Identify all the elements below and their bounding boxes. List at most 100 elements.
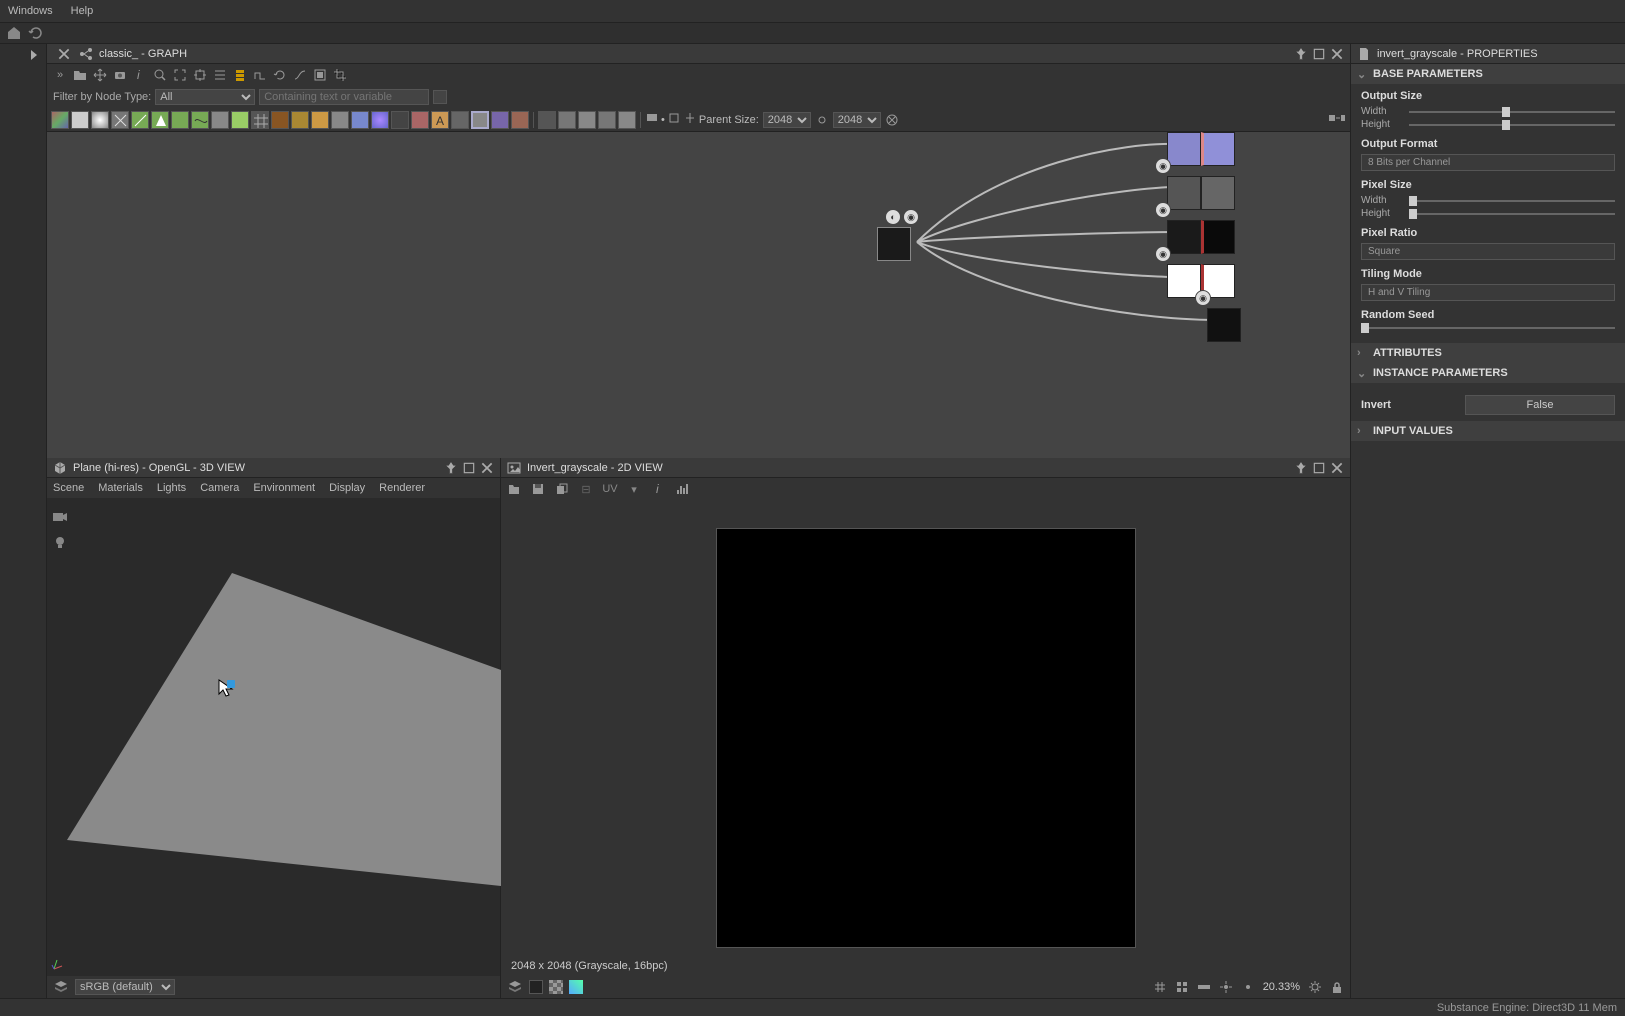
palette-uniform[interactable] xyxy=(451,111,469,129)
palette-comment[interactable] xyxy=(598,111,616,129)
node-port[interactable]: ◉ xyxy=(1155,158,1171,174)
curve-icon[interactable] xyxy=(291,66,309,84)
palette-pixelproc[interactable] xyxy=(291,111,309,129)
view2d-canvas[interactable]: 2048 x 2048 (Grayscale, 16bpc) xyxy=(501,500,1350,976)
graph-node-height[interactable]: ◉ xyxy=(1207,308,1241,342)
palette-levels[interactable] xyxy=(331,111,349,129)
pixel-height-slider[interactable] xyxy=(1409,213,1615,215)
histogram-icon[interactable] xyxy=(673,480,691,498)
maximize-icon[interactable] xyxy=(462,461,476,475)
uv-dropdown-icon[interactable]: ▾ xyxy=(625,480,643,498)
swatch-checker[interactable] xyxy=(549,980,563,994)
palette-pin[interactable] xyxy=(618,111,636,129)
palette-blend[interactable] xyxy=(111,111,129,129)
palette-fxmap[interactable] xyxy=(271,111,289,129)
palette-text[interactable]: A xyxy=(431,111,449,129)
axis-gizmo-icon[interactable] xyxy=(51,956,67,972)
node-port[interactable]: ◉ xyxy=(1155,202,1171,218)
frame-icon[interactable] xyxy=(311,66,329,84)
palette-gradientmap[interactable] xyxy=(511,111,529,129)
info-icon[interactable]: i xyxy=(131,66,149,84)
pixel-width-slider[interactable] xyxy=(1409,200,1615,202)
swatch-black[interactable] xyxy=(529,980,543,994)
pixel-ratio-value[interactable]: Square xyxy=(1361,243,1615,260)
filter-search-input[interactable] xyxy=(259,89,429,105)
base-params-header[interactable]: ⌄ BASE PARAMETERS xyxy=(1351,64,1625,84)
menu-renderer[interactable]: Renderer xyxy=(379,482,425,494)
show-dot-icon[interactable]: • xyxy=(661,114,665,126)
crop-icon[interactable] xyxy=(331,66,349,84)
menu-materials[interactable]: Materials xyxy=(98,482,143,494)
node-port-in[interactable]: ◐ xyxy=(885,209,901,225)
close-icon[interactable] xyxy=(1330,47,1344,61)
palette-distance[interactable] xyxy=(491,111,509,129)
pin-icon[interactable] xyxy=(444,461,458,475)
palette-warp[interactable] xyxy=(191,111,209,129)
colorspace-select[interactable]: sRGB (default) xyxy=(75,979,175,995)
stack-icon[interactable] xyxy=(231,66,249,84)
palette-emboss[interactable] xyxy=(211,111,229,129)
reload-icon[interactable] xyxy=(271,66,289,84)
swatch-gradient[interactable] xyxy=(569,980,583,994)
palette-normal[interactable] xyxy=(471,111,489,129)
menu-environment[interactable]: Environment xyxy=(253,482,315,494)
refresh-icon[interactable] xyxy=(28,25,44,41)
menu-scene[interactable]: Scene xyxy=(53,482,84,494)
graph-node-source[interactable]: ◐ ◉ xyxy=(877,227,911,261)
graph-node-roughness[interactable]: ◉ xyxy=(1167,220,1235,254)
close-icon[interactable] xyxy=(1330,461,1344,475)
tiling-mode-value[interactable]: H and V Tiling xyxy=(1361,284,1615,301)
graph-node-basecolor[interactable]: ◉ xyxy=(1167,132,1235,166)
tile-icon[interactable] xyxy=(1175,980,1189,994)
output-width-slider[interactable] xyxy=(1409,111,1615,113)
uv-label[interactable]: UV xyxy=(601,480,619,498)
flow-toggle-icon[interactable] xyxy=(1328,111,1346,128)
palette-curve[interactable] xyxy=(351,111,369,129)
route-icon[interactable] xyxy=(251,66,269,84)
node-port-out[interactable]: ◉ xyxy=(903,209,919,225)
palette-grid[interactable] xyxy=(251,111,269,129)
palette-dirblur[interactable] xyxy=(151,111,169,129)
filter-type-select[interactable]: All xyxy=(155,89,255,105)
link-size-icon[interactable] xyxy=(815,113,829,127)
move-icon[interactable] xyxy=(91,66,109,84)
ruler-icon[interactable] xyxy=(1197,980,1211,994)
home-icon[interactable] xyxy=(6,25,22,41)
output-height-slider[interactable] xyxy=(1409,124,1615,126)
close-icon[interactable] xyxy=(480,461,494,475)
palette-blur[interactable] xyxy=(131,111,149,129)
parent-width-select[interactable]: 2048 xyxy=(763,112,811,128)
palette-channels[interactable] xyxy=(371,111,389,129)
open-icon[interactable] xyxy=(505,480,523,498)
align-icon[interactable] xyxy=(211,66,229,84)
dot-icon[interactable] xyxy=(1241,980,1255,994)
palette-bitmap[interactable] xyxy=(51,111,69,129)
palette-input[interactable] xyxy=(538,111,556,129)
instance-params-header[interactable]: ⌄ INSTANCE PARAMETERS xyxy=(1351,363,1625,383)
palette-gradient[interactable] xyxy=(91,111,109,129)
attributes-header[interactable]: › ATTRIBUTES xyxy=(1351,343,1625,363)
chevrons-icon[interactable]: » xyxy=(51,66,69,84)
reset-size-icon[interactable] xyxy=(885,113,899,127)
palette-grayscale[interactable] xyxy=(391,111,409,129)
maximize-icon[interactable] xyxy=(1312,47,1326,61)
menu-display[interactable]: Display xyxy=(329,482,365,494)
output-format-value[interactable]: 8 Bits per Channel xyxy=(1361,154,1615,171)
folder-icon[interactable] xyxy=(71,66,89,84)
palette-valueproc[interactable] xyxy=(311,111,329,129)
layers-icon[interactable] xyxy=(507,979,523,995)
node-port[interactable]: ◉ xyxy=(1155,246,1171,262)
menu-windows[interactable]: Windows xyxy=(8,5,53,17)
filter-dropdown-button[interactable] xyxy=(433,90,447,104)
invert-value-button[interactable]: False xyxy=(1465,395,1615,415)
fit-icon[interactable] xyxy=(171,66,189,84)
view3d-canvas[interactable] xyxy=(47,498,500,976)
menu-help[interactable]: Help xyxy=(71,5,94,17)
palette-hsl[interactable] xyxy=(411,111,429,129)
timing-icon[interactable] xyxy=(683,111,697,128)
graph-node-normal[interactable]: ◉ xyxy=(1167,176,1235,210)
graph-canvas[interactable]: ◐ ◉ ◉ ◉ ◉ ◉ xyxy=(47,132,1350,458)
copy-icon[interactable] xyxy=(553,480,571,498)
info-icon[interactable]: i xyxy=(649,480,667,498)
parent-height-select[interactable]: 2048 xyxy=(833,112,881,128)
